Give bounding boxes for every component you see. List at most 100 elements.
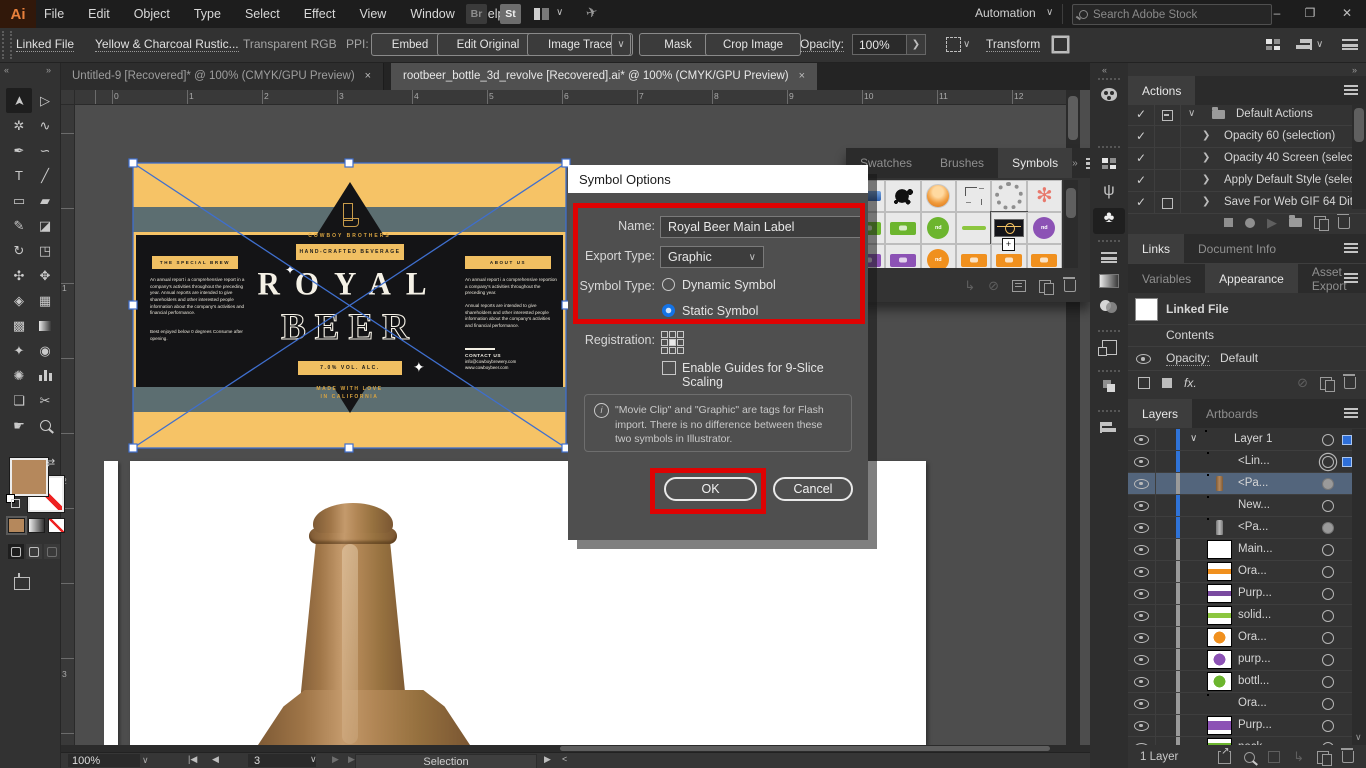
bridge-button[interactable]: Br — [466, 4, 487, 24]
gradient-button[interactable] — [28, 518, 45, 533]
visibility-eye-icon[interactable] — [1134, 435, 1149, 445]
panel-grid-icon[interactable] — [1266, 39, 1280, 50]
first-artboard-icon[interactable]: |◀ — [188, 754, 197, 765]
symbol-orange-banner-3[interactable] — [1027, 244, 1062, 268]
record-icon[interactable] — [1245, 218, 1255, 228]
visibility-eye-icon[interactable] — [1134, 721, 1149, 731]
color-button[interactable] — [8, 518, 25, 533]
slice-tool[interactable]: ✂ — [32, 388, 58, 413]
layer-row[interactable]: Purp... — [1128, 583, 1366, 605]
symbol-trim-marks[interactable] — [956, 180, 991, 212]
new-sublayer-icon[interactable]: ↳ — [1293, 749, 1304, 765]
layer-name[interactable]: bottl... — [1238, 675, 1269, 687]
new-layer-icon[interactable] — [1317, 751, 1329, 764]
appearance-menu-icon[interactable] — [1344, 273, 1358, 283]
new-action-icon[interactable] — [1314, 216, 1326, 229]
rotate-tool[interactable]: ↻ — [6, 238, 32, 263]
dock-expand-icon[interactable]: » — [1352, 65, 1358, 75]
target-circle-icon[interactable] — [1322, 698, 1334, 710]
expand-chevron-icon[interactable]: ❯ — [1202, 152, 1210, 163]
ruler-origin-corner[interactable] — [60, 90, 75, 105]
play-icon[interactable]: ▶ — [1267, 215, 1277, 231]
new-stroke-icon[interactable] — [1138, 377, 1150, 389]
visibility-eye-icon[interactable] — [1134, 479, 1149, 489]
none-button[interactable] — [48, 518, 65, 533]
symbol-orange-banner[interactable] — [956, 244, 991, 268]
arrange-documents-chevron-icon[interactable]: ∨ — [556, 7, 563, 18]
layer-row[interactable]: <Pa... — [1128, 473, 1366, 495]
align-panel-icon[interactable] — [1090, 420, 1128, 438]
tab-artboards[interactable]: Artboards — [1192, 399, 1272, 428]
break-link-icon[interactable]: ⊘ — [988, 278, 999, 294]
appearance-row-contents[interactable]: Contents — [1128, 324, 1366, 347]
zoom-chevron-icon[interactable]: ∨ — [142, 755, 149, 766]
layer-row[interactable]: Ora... — [1128, 561, 1366, 583]
document-tab-active[interactable]: rootbeer_bottle_3d_revolve [Recovered].a… — [391, 62, 817, 90]
clipping-mask-icon[interactable] — [1268, 751, 1280, 763]
layer-row[interactable]: solid... — [1128, 605, 1366, 627]
dock-collapse-icon[interactable]: « — [1102, 65, 1108, 75]
target-circle-icon[interactable] — [1322, 544, 1334, 556]
stop-icon[interactable] — [1224, 218, 1233, 227]
layer-row[interactable]: neck ... — [1128, 737, 1366, 745]
clear-appearance-icon[interactable]: ⊘ — [1297, 375, 1308, 391]
target-circle-icon[interactable] — [1322, 632, 1334, 644]
layers-menu-icon[interactable] — [1344, 408, 1358, 418]
layer-name[interactable]: Purp... — [1238, 587, 1272, 599]
layer-row[interactable]: <Pa... — [1128, 517, 1366, 539]
symbol-orange-circle[interactable]: nd — [921, 244, 956, 268]
visibility-eye-icon[interactable] — [1134, 611, 1149, 621]
tab-actions[interactable]: Actions — [1128, 76, 1195, 105]
lasso-tool[interactable]: ∿ — [32, 113, 58, 138]
tab-appearance[interactable]: Appearance — [1205, 264, 1298, 293]
new-effect-icon[interactable]: fx. — [1184, 376, 1197, 390]
swatches-panel-icon[interactable] — [1090, 156, 1128, 174]
status-mode-indicator[interactable]: Selection — [355, 754, 537, 768]
lock-cell[interactable] — [1155, 495, 1177, 516]
dialog-toggle-icon[interactable] — [1162, 198, 1173, 209]
lock-cell[interactable] — [1155, 429, 1177, 450]
export-type-select[interactable]: Graphic∨ — [660, 246, 764, 268]
restore-button[interactable]: ❐ — [1295, 0, 1325, 26]
lock-cell[interactable] — [1155, 561, 1177, 582]
layer-name[interactable]: Layer 1 — [1234, 433, 1272, 445]
registration-point-grid[interactable] — [661, 331, 684, 354]
rectangle-tool[interactable]: ▭ — [6, 188, 32, 213]
layer-name[interactable]: <Pa... — [1238, 521, 1268, 533]
blend-tool[interactable]: ◉ — [32, 338, 58, 363]
layer-name[interactable]: solid... — [1238, 609, 1271, 621]
layer-row[interactable]: ∨Layer 1 — [1128, 429, 1366, 451]
layer-name[interactable]: Ora... — [1238, 697, 1267, 709]
crop-image-button[interactable]: Crop Image — [705, 33, 801, 56]
scroll-down-icon[interactable]: ∨ — [1355, 732, 1362, 743]
cancel-button[interactable]: Cancel — [773, 477, 853, 501]
workspace-switcher[interactable]: Automation — [975, 6, 1036, 20]
fill-color-swatch[interactable] — [10, 458, 48, 496]
layer-row[interactable]: Purp... — [1128, 715, 1366, 737]
check-icon[interactable]: ✓ — [1136, 107, 1146, 121]
target-circle-icon[interactable] — [1322, 610, 1334, 622]
check-icon[interactable]: ✓ — [1136, 151, 1146, 165]
direct-selection-tool[interactable]: ▷ — [32, 88, 58, 113]
nine-slice-checkbox[interactable] — [662, 361, 676, 375]
new-symbol-icon[interactable] — [1039, 280, 1051, 293]
layer-name[interactable]: Purp... — [1238, 719, 1272, 731]
swap-fill-stroke-icon[interactable]: ⇄ — [46, 456, 55, 469]
zoom-tool[interactable] — [32, 413, 58, 438]
lock-cell[interactable] — [1155, 473, 1177, 494]
dynamic-symbol-label[interactable]: Dynamic Symbol — [682, 278, 776, 292]
visibility-eye-icon[interactable] — [1134, 589, 1149, 599]
visibility-eye-icon[interactable] — [1134, 457, 1149, 467]
layer-name[interactable]: <Lin... — [1238, 455, 1270, 467]
screen-mode-button[interactable] — [18, 574, 20, 588]
target-circle-icon[interactable] — [1322, 434, 1334, 446]
static-symbol-radio[interactable] — [662, 304, 675, 317]
gradient-tool[interactable] — [32, 313, 58, 338]
lock-cell[interactable] — [1155, 517, 1177, 538]
perspective-grid-tool[interactable]: ▦ — [32, 288, 58, 313]
symbol-gray-wreath[interactable] — [991, 180, 1026, 212]
symbol-name-input[interactable]: Royal Beer Main Label — [660, 216, 864, 238]
artboard-tool[interactable]: ❏ — [6, 388, 32, 413]
line-segment-tool[interactable]: ╱ — [32, 163, 58, 188]
action-row[interactable]: ✓∨Default Actions — [1128, 104, 1366, 126]
